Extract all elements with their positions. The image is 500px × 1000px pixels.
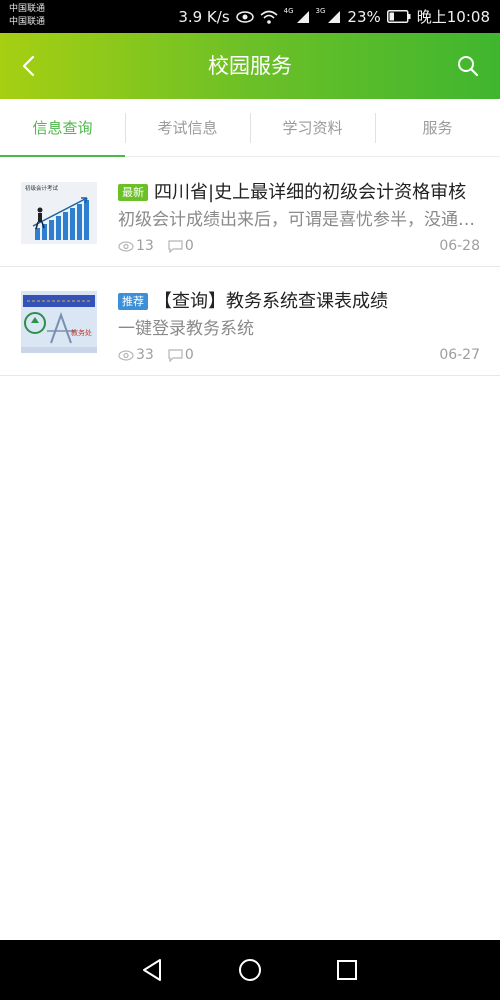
list-item[interactable]: 教务处 推荐 【查询】教务系统查课表成绩 一键登录教务系统 33 0 06-27 <box>0 267 500 376</box>
news-meta: 13 0 <box>118 237 194 255</box>
signal-icon <box>296 10 310 24</box>
tab-services[interactable]: 服务 <box>375 99 500 156</box>
comment-icon <box>168 239 183 253</box>
news-list: 初级会计考试 最新 四川省|史上最详细的初级会计资格审核 初级会计成绩出来后，可… <box>0 158 500 376</box>
clock: 晚上10:08 <box>416 8 490 26</box>
search-button[interactable] <box>450 48 486 84</box>
tab-info-query[interactable]: 信息查询 <box>0 99 125 157</box>
news-meta: 33 0 <box>118 346 194 364</box>
status-indicators: 3.9 K/s 4G 3G 23% 晚上10:08 <box>178 0 490 33</box>
network-type-3g: 3G <box>315 6 326 15</box>
eye-icon <box>235 10 254 23</box>
thumbnail-caption: 初级会计考试 <box>25 184 59 192</box>
network-type-4g: 4G <box>283 6 294 15</box>
news-title: 【查询】教务系统查课表成绩 <box>154 291 388 312</box>
back-button[interactable] <box>8 46 48 86</box>
signal-icon <box>327 10 341 24</box>
network-speed: 3.9 K/s <box>178 7 230 26</box>
nav-back-button[interactable] <box>132 950 172 990</box>
thumbnail-caption: 教务处 <box>71 328 92 337</box>
view-count: 13 <box>136 238 154 254</box>
nav-home-button[interactable] <box>230 950 270 990</box>
battery-percent: 23% <box>347 7 381 26</box>
wifi-icon <box>260 10 278 24</box>
chevron-left-icon <box>22 55 35 77</box>
comment-icon <box>168 348 183 362</box>
badge-recommended: 推荐 <box>118 293 148 310</box>
home-circle-icon <box>239 959 261 981</box>
thumbnail-accounting: 初级会计考试 <box>21 182 97 244</box>
app-header: 校园服务 <box>0 33 500 99</box>
eye-icon <box>118 349 134 361</box>
system-nav-bar <box>0 940 500 1000</box>
status-bar: 中国联通 中国联通 3.9 K/s 4G 3G 23% 晚上10:08 <box>0 0 500 33</box>
eye-icon <box>118 240 134 252</box>
list-item[interactable]: 初级会计考试 最新 四川省|史上最详细的初级会计资格审核 初级会计成绩出来后，可… <box>0 158 500 267</box>
recents-square-icon <box>337 960 357 980</box>
news-title: 四川省|史上最详细的初级会计资格审核 <box>154 182 467 203</box>
news-date: 06-27 <box>439 347 480 363</box>
page-title: 校园服务 <box>208 54 292 78</box>
tab-study-materials[interactable]: 学习资料 <box>250 99 375 156</box>
carrier-label-2: 中国联通 <box>9 17 46 27</box>
thumbnail-academic-affairs: 教务处 <box>21 291 97 353</box>
search-icon <box>458 56 479 77</box>
news-date: 06-28 <box>439 238 480 254</box>
carrier-label-1: 中国联通 <box>9 4 46 14</box>
comment-count: 0 <box>184 238 194 254</box>
view-count: 33 <box>136 347 154 363</box>
badge-new: 最新 <box>118 184 148 201</box>
nav-recents-button[interactable] <box>327 950 367 990</box>
news-summary: 初级会计成绩出来后，可谓是喜忧参半，没通过的 <box>118 210 480 230</box>
back-triangle-icon <box>143 959 161 981</box>
tab-exam-info[interactable]: 考试信息 <box>125 99 250 156</box>
news-summary: 一键登录教务系统 <box>118 319 254 339</box>
comment-count: 0 <box>184 347 194 363</box>
battery-icon <box>386 10 411 23</box>
category-tabs: 信息查询 考试信息 学习资料 服务 <box>0 99 500 157</box>
